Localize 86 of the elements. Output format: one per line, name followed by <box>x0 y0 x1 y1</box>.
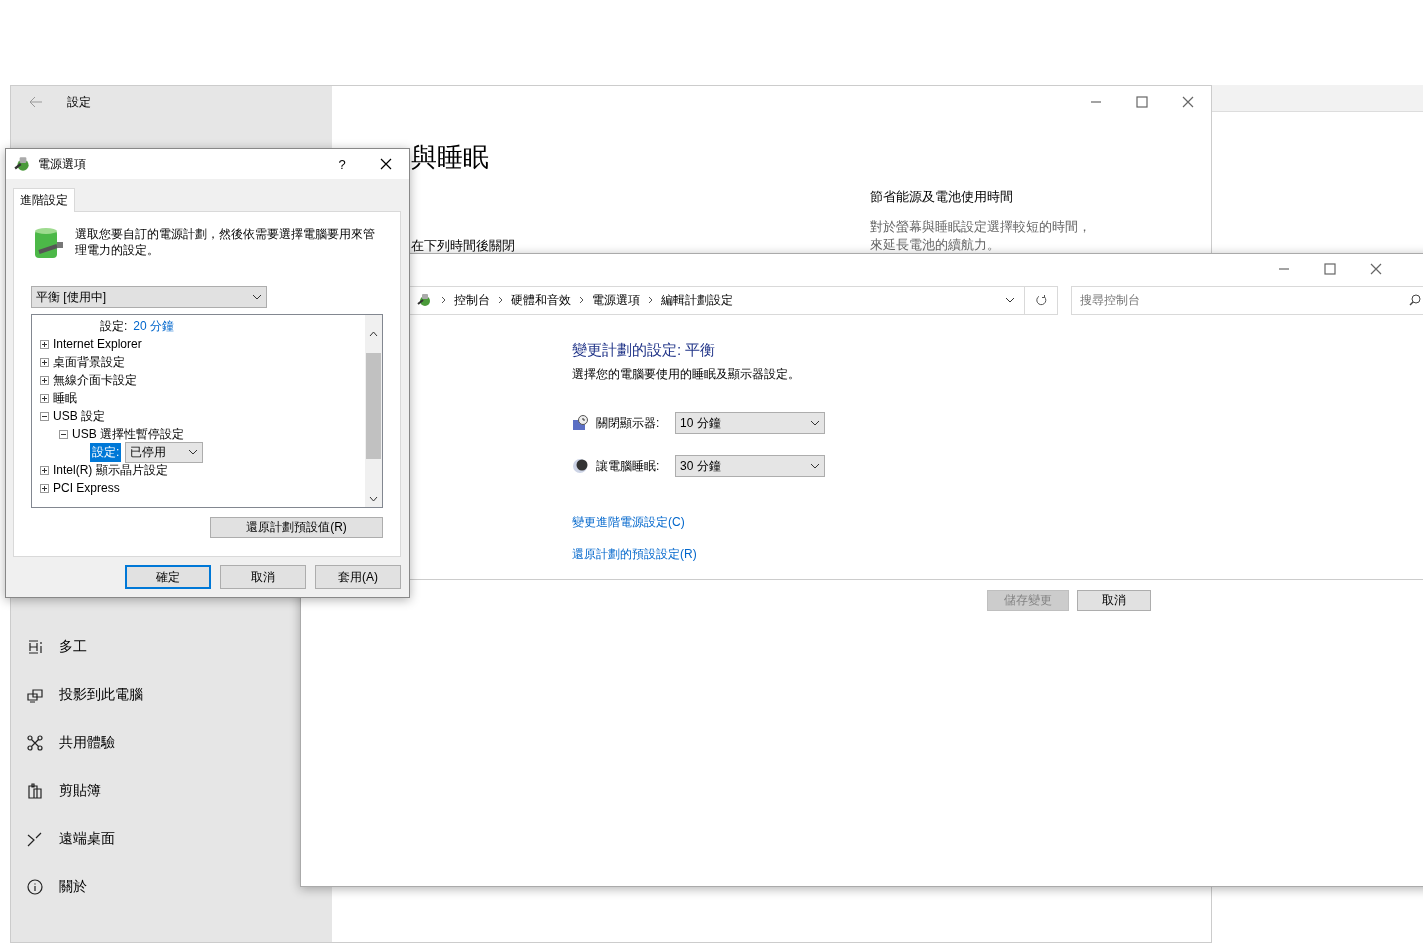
back-arrow-icon <box>29 96 43 108</box>
side-title: 節省能源及電池使用時間 <box>870 188 1014 206</box>
section-text: 在下列時間後關閉 <box>411 237 516 255</box>
chevron-down-icon <box>810 420 820 426</box>
info-icon <box>27 879 43 895</box>
dialog-title: 電源選項 <box>38 155 87 173</box>
settings-link[interactable]: 還原計劃的預設設定(R) <box>572 546 697 563</box>
maximize-icon <box>1136 96 1148 108</box>
page-subtitle: 選擇您的電腦要使用的睡眠及顯示器設定。 <box>572 366 801 383</box>
setting-label: 關閉顯示器: <box>595 414 661 432</box>
refresh-icon <box>1035 294 1047 306</box>
settings-link[interactable]: 變更進階電源設定(C) <box>572 514 685 531</box>
tree-item[interactable]: Internet Explorer <box>53 337 142 351</box>
collapse-icon <box>40 411 49 421</box>
tab[interactable]: 進階設定 <box>13 188 75 212</box>
help-button[interactable]: ? <box>327 156 357 172</box>
expand-icon <box>40 483 49 493</box>
expand-icon <box>40 357 49 367</box>
page-heading: 變更計劃的設定: 平衡 <box>572 341 717 360</box>
page-heading: 與睡眠 <box>411 141 490 174</box>
breadcrumb[interactable]: 硬體和音效 <box>511 291 571 309</box>
breadcrumb[interactable]: 電源選項 <box>592 291 640 309</box>
cancel-button[interactable]: 取消 <box>1077 590 1151 611</box>
tree-item[interactable]: 無線介面卡設定 <box>53 371 137 389</box>
close-icon <box>1182 96 1194 108</box>
chevron-down-icon <box>252 294 262 300</box>
window-title: 設定 <box>67 93 91 111</box>
scroll-up-icon <box>369 331 378 337</box>
restore-defaults-button[interactable]: 還原計劃預設值(R) <box>210 517 383 538</box>
moon-icon <box>572 458 588 474</box>
sidebar-item[interactable]: 關於 <box>11 863 281 911</box>
expand-icon <box>40 375 49 385</box>
maximize-icon <box>1324 263 1336 275</box>
sidebar-item[interactable]: 多工 <box>11 623 281 671</box>
dialog-button[interactable]: 取消 <box>220 565 306 589</box>
plan-dropdown[interactable]: 平衡 [使用中] <box>31 286 267 308</box>
side-text: 對於螢幕與睡眠設定選擇較短的時間， <box>870 219 1091 236</box>
power-plug-icon <box>14 155 32 173</box>
breadcrumb[interactable]: 控制台 <box>454 291 490 309</box>
collapse-icon <box>59 429 68 439</box>
close-icon <box>380 158 392 170</box>
chevron-down-icon <box>1005 297 1015 303</box>
search-field[interactable]: 搜尋控制台 <box>1071 285 1423 315</box>
dialog-button[interactable]: 套用(A) <box>315 565 401 589</box>
close-icon <box>1370 263 1382 275</box>
expand-icon <box>40 339 49 349</box>
chevron-right-icon <box>648 296 653 304</box>
remote-icon <box>27 831 43 847</box>
scroll-down-icon <box>369 496 378 502</box>
expand-icon <box>40 393 49 403</box>
tree-item[interactable]: USB 設定 <box>53 407 105 425</box>
monitor-icon <box>27 687 43 703</box>
search-icon <box>1409 293 1421 306</box>
tree-item[interactable]: 睡眠 <box>53 389 77 407</box>
chevron-right-icon <box>579 296 584 304</box>
monitor-clock-icon <box>572 415 588 431</box>
chevron-down-icon <box>810 463 820 469</box>
address-bar[interactable]: 控制台 硬體和音效 電源選項 編輯計劃設定 <box>408 285 1058 315</box>
breadcrumb[interactable]: 編輯計劃設定 <box>661 291 733 309</box>
tree-item[interactable]: 桌面背景設定 <box>53 353 125 371</box>
sidebar-item[interactable]: 剪貼簿 <box>11 767 281 815</box>
setting-dropdown[interactable]: 已停用 <box>125 441 204 463</box>
tree-item[interactable]: Intel(R) 顯示晶片設定 <box>53 461 168 479</box>
setting-value: 20 分鐘 <box>133 317 175 335</box>
setting-dropdown[interactable]: 30 分鐘 <box>675 455 825 477</box>
description-text: 選取您要自訂的電源計劃，然後依需要選擇電腦要用來管理電力的設定。 <box>75 226 376 259</box>
setting-label: 讓電腦睡眠: <box>595 457 661 475</box>
setting-label: 設定: <box>99 317 129 335</box>
side-text: 來延長電池的續航力。 <box>870 237 1001 254</box>
sidebar-item[interactable]: 投影到此電腦 <box>11 671 281 719</box>
expand-icon <box>40 465 49 475</box>
setting-dropdown[interactable]: 10 分鐘 <box>675 412 825 434</box>
chevron-right-icon <box>498 296 503 304</box>
dialog-button[interactable]: 確定 <box>125 565 211 589</box>
scrollbar[interactable] <box>365 315 382 507</box>
power-plug-icon <box>417 292 433 308</box>
sidebar-item[interactable]: 遠端桌面 <box>11 815 281 863</box>
sidebar-item[interactable]: 共用體驗 <box>11 719 281 767</box>
setting-label[interactable]: 設定: <box>90 442 122 462</box>
chevron-down-icon <box>188 449 199 455</box>
multitask-icon <box>27 639 43 655</box>
clipboard-icon <box>27 783 43 799</box>
tree-item[interactable]: USB 選擇性暫停設定 <box>72 425 184 443</box>
share-icon <box>27 735 43 751</box>
tree-item[interactable]: PCI Express <box>53 481 120 495</box>
chevron-right-icon <box>441 296 446 304</box>
